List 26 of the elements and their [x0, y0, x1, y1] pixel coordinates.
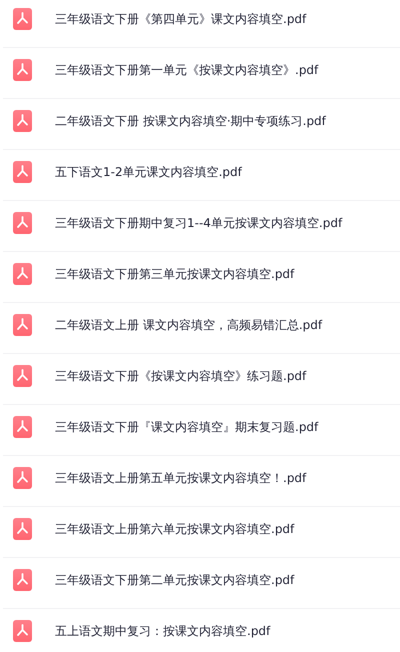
pdf-file-icon	[13, 620, 32, 642]
file-name[interactable]: 三年级语文下册期中复习1--4单元按课文内容填空.pdf	[55, 214, 342, 232]
file-name[interactable]: 三年级语文下册第三单元按课文内容填空.pdf	[55, 266, 294, 282]
file-name[interactable]: 三年级语文下册第二单元按课文内容填空.pdf	[55, 572, 294, 588]
pdf-file-icon	[13, 518, 32, 540]
file-name[interactable]: 三年级语文下册『课文内容填空』期末复习题.pdf	[55, 418, 318, 436]
file-name[interactable]: 三年级语文下册《按课文内容填空》练习题.pdf	[55, 368, 306, 384]
pdf-file-icon	[13, 263, 32, 285]
file-name[interactable]: 五下语文1-2单元课文内容填空.pdf	[55, 164, 242, 180]
pdf-file-icon	[13, 314, 32, 336]
pdf-file-icon	[13, 212, 32, 234]
file-name[interactable]: 二年级语文上册 课文内容填空，高频易错汇总.pdf	[55, 316, 322, 334]
pdf-file-icon	[13, 416, 32, 438]
file-name[interactable]: 三年级语文上册第六单元按课文内容填空.pdf	[55, 520, 294, 538]
pdf-file-icon	[13, 110, 32, 132]
file-name[interactable]: 二年级语文下册 按课文内容填空·期中专项练习.pdf	[55, 112, 326, 130]
pdf-file-icon	[13, 467, 32, 489]
pdf-file-icon	[13, 569, 32, 591]
file-name[interactable]: 五上语文期中复习：按课文内容填空.pdf	[55, 622, 270, 640]
pdf-file-icon	[13, 365, 32, 387]
file-name[interactable]: 三年级语文下册第一单元《按课文内容填空》.pdf	[55, 62, 318, 78]
file-name[interactable]: 三年级语文上册第五单元按课文内容填空！.pdf	[55, 470, 306, 486]
pdf-file-icon	[13, 59, 32, 81]
file-name[interactable]: 三年级语文下册《第四单元》课文内容填空.pdf	[55, 10, 306, 28]
pdf-file-icon	[13, 8, 32, 30]
pdf-file-icon	[13, 161, 32, 183]
